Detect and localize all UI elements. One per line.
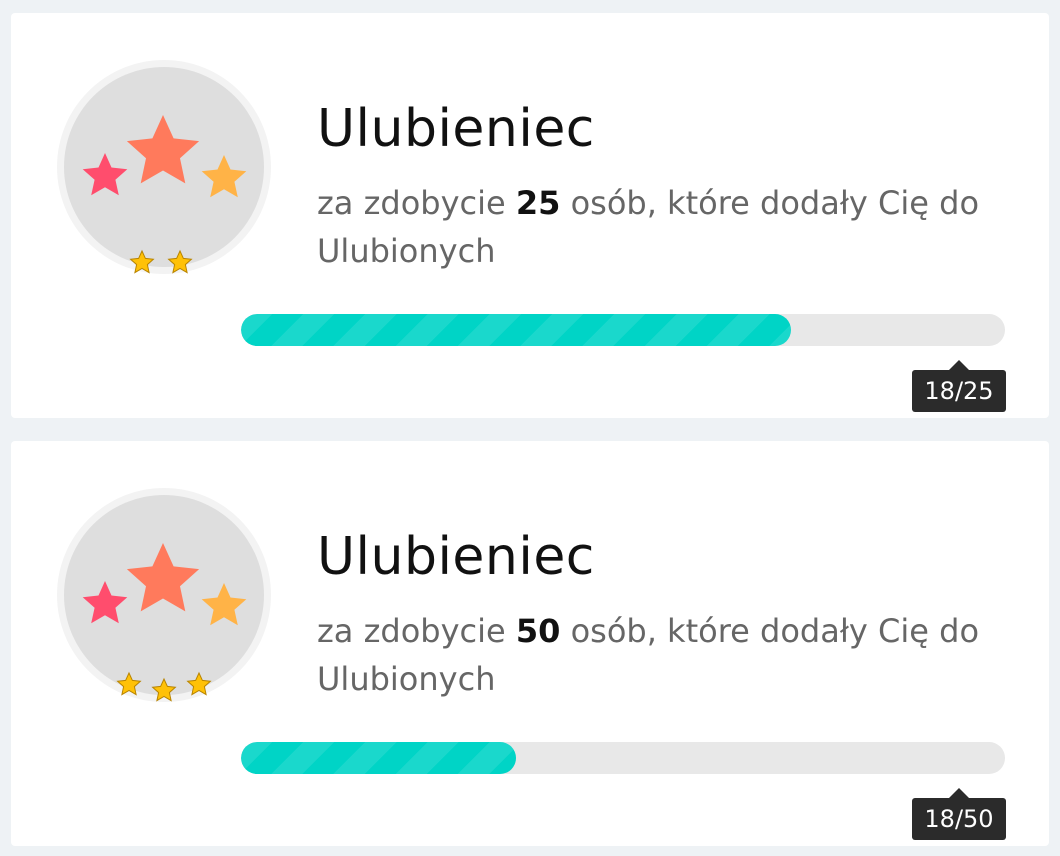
achievement-badge	[55, 486, 273, 704]
progress-tooltip: 18/25	[912, 360, 1006, 412]
description-number: 50	[515, 612, 561, 650]
achievement-title: Ulubieniec	[317, 527, 595, 587]
description-number: 25	[515, 184, 561, 222]
achievements-list: Ulubieniec za zdobycie 25 osób, które do…	[0, 0, 1060, 856]
progress-fill	[241, 314, 792, 346]
achievement-badge	[55, 58, 273, 276]
description-prefix: za zdobycie	[317, 184, 516, 222]
achievement-card: Ulubieniec za zdobycie 50 osób, które do…	[11, 441, 1049, 846]
progress-track	[241, 742, 1005, 774]
achievement-title: Ulubieniec	[317, 99, 595, 159]
description-prefix: za zdobycie	[317, 612, 516, 650]
stars-badge-icon	[57, 60, 271, 274]
progress-tooltip: 18/50	[912, 788, 1006, 840]
stars-badge-icon	[57, 488, 271, 702]
achievement-card: Ulubieniec za zdobycie 25 osób, które do…	[11, 13, 1049, 418]
progress-fill	[241, 742, 517, 774]
progress-track	[241, 314, 1005, 346]
achievement-description: za zdobycie 25 osób, które dodały Cię do…	[317, 179, 1017, 275]
achievement-description: za zdobycie 50 osób, które dodały Cię do…	[317, 607, 1017, 703]
